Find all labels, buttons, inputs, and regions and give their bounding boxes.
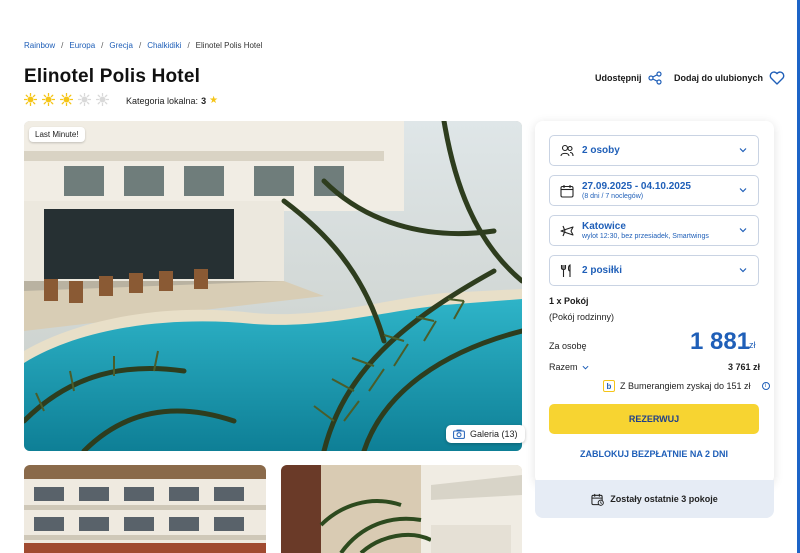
- page-title: Elinotel Polis Hotel: [24, 66, 201, 87]
- hotel-photo-thumbnail[interactable]: [281, 465, 522, 553]
- sun-filled-icon: [60, 93, 73, 106]
- local-category: Kategoria lokalna: 3 ★: [126, 95, 218, 106]
- dates-select[interactable]: 27.09.2025 - 04.10.2025 (8 dni / 7 nocle…: [549, 175, 759, 206]
- chevron-down-icon: [739, 228, 747, 233]
- departure-select[interactable]: Katowice wylot 12:30, bez przesiadek, Sm…: [549, 215, 759, 246]
- persons-select[interactable]: 2 osoby: [549, 135, 759, 166]
- breadcrumb-link-grecja[interactable]: Grecja: [109, 41, 133, 50]
- room-count: 1 x Pokój: [549, 296, 589, 306]
- per-person-label: Za osobę: [549, 341, 587, 351]
- breadcrumb-separator: /: [187, 41, 190, 50]
- calendar-clock-icon: [591, 493, 605, 506]
- share-icon: [647, 71, 662, 85]
- cutlery-icon: [560, 263, 571, 277]
- meals-value: 2 posiłki: [582, 265, 623, 276]
- heart-icon: [769, 71, 785, 85]
- sun-empty-icon: [78, 93, 91, 106]
- total-label: Razem: [549, 362, 578, 372]
- local-category-label: Kategoria lokalna:: [126, 95, 199, 106]
- bumerang-text: Z Bumerangiem zyskaj do 151 zł: [620, 381, 751, 391]
- chevron-down-icon: [739, 148, 747, 153]
- bumerang-logo-icon: b: [603, 380, 615, 392]
- chevron-down-icon: [582, 365, 589, 370]
- plane-icon: [560, 225, 574, 236]
- breadcrumb-link-chalkidiki[interactable]: Chalkidiki: [147, 41, 181, 50]
- breadcrumb: Rainbow / Europa / Grecja / Chalkidiki /…: [24, 41, 262, 50]
- room-type: (Pokój rodzinny): [549, 312, 615, 322]
- hotel-photo-thumbnail[interactable]: [24, 465, 266, 553]
- star-icon: ★: [209, 95, 219, 106]
- dates-value: 27.09.2025 - 04.10.2025: [582, 181, 691, 192]
- local-category-value: 3: [201, 95, 207, 106]
- camera-icon: [453, 429, 465, 439]
- price-per-person: 1 881: [690, 328, 751, 355]
- departure-city: Katowice: [582, 221, 626, 232]
- rooms-left-notice: Zostały ostatnie 3 pokoje: [535, 480, 774, 518]
- price-currency: zł: [749, 340, 756, 350]
- breadcrumb-separator: /: [101, 41, 104, 50]
- breadcrumb-separator: /: [138, 41, 142, 50]
- gallery-button[interactable]: Galeria (13): [446, 425, 525, 443]
- reserve-button[interactable]: REZERWUJ: [549, 404, 759, 434]
- departure-details: wylot 12:30, bez przesiadek, Smartwings: [582, 233, 709, 240]
- sun-filled-icon: [24, 93, 37, 106]
- bumerang-info: b Z Bumerangiem zyskaj do 151 zł i: [603, 380, 770, 392]
- add-to-favorites-button[interactable]: Dodaj do ulubionych: [674, 71, 785, 85]
- breadcrumb-current: Elinotel Polis Hotel: [195, 41, 263, 50]
- dates-duration: (8 dni / 7 noclegów): [582, 193, 644, 200]
- chevron-down-icon: [739, 268, 747, 273]
- breadcrumb-separator: /: [61, 41, 64, 50]
- main-hotel-photo[interactable]: [24, 121, 522, 451]
- info-icon[interactable]: i: [761, 382, 770, 390]
- share-label: Udostępnij: [595, 73, 642, 83]
- sun-rating: [24, 93, 109, 106]
- total-price: 3 761 zł: [728, 362, 761, 372]
- meals-select[interactable]: 2 posiłki: [549, 255, 759, 286]
- calendar-icon: [560, 184, 574, 198]
- share-button[interactable]: Udostępnij: [595, 71, 662, 85]
- breadcrumb-link-rainbow[interactable]: Rainbow: [24, 41, 55, 50]
- persons-value: 2 osoby: [582, 145, 620, 156]
- last-minute-badge: Last Minute!: [29, 127, 85, 142]
- favorites-label: Dodaj do ulubionych: [674, 73, 763, 83]
- chevron-down-icon: [739, 188, 747, 193]
- sun-filled-icon: [42, 93, 55, 106]
- total-toggle[interactable]: Razem: [549, 362, 589, 372]
- block-free-button[interactable]: ZABLOKUJ BEZPŁATNIE NA 2 DNI: [549, 445, 759, 463]
- sun-empty-icon: [96, 93, 109, 106]
- gallery-button-label: Galeria (13): [470, 429, 518, 439]
- breadcrumb-link-europa[interactable]: Europa: [69, 41, 95, 50]
- people-icon: [560, 144, 574, 156]
- rooms-left-text: Zostały ostatnie 3 pokoje: [610, 494, 718, 504]
